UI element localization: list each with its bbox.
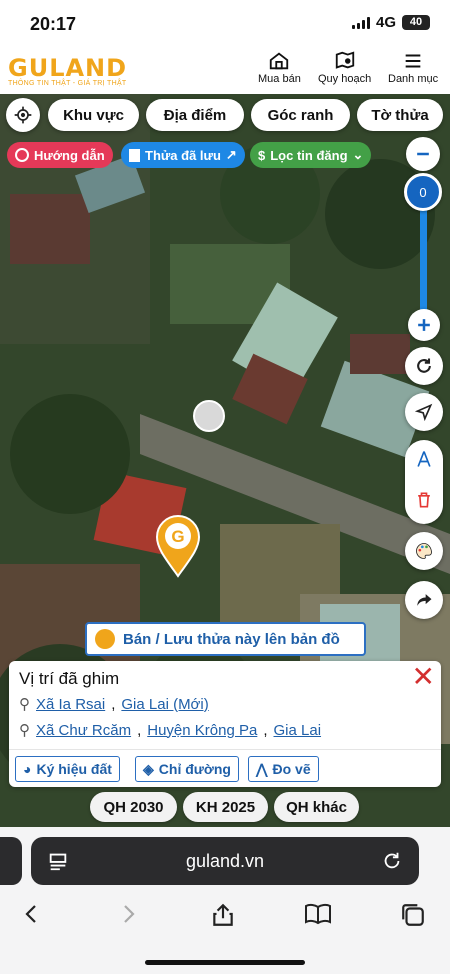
zoom-slider-track[interactable] <box>420 194 427 314</box>
chip-label: Ký hiệu đất <box>36 761 112 777</box>
house-icon <box>270 52 289 70</box>
bookmarks-icon[interactable] <box>304 902 332 926</box>
crosshair-icon <box>14 106 32 124</box>
goc-ranh-button[interactable]: Góc ranh <box>251 99 350 131</box>
dollar-icon: $ <box>258 147 266 163</box>
back-icon[interactable] <box>20 902 44 926</box>
forward-icon[interactable] <box>116 902 140 926</box>
tag-label: Lọc tin đăng <box>270 147 348 163</box>
province-link[interactable]: Gia Lai <box>274 722 322 739</box>
share-icon[interactable] <box>210 902 236 928</box>
previous-tab-edge[interactable] <box>0 837 22 885</box>
status-bar: 20:17 4G 40 <box>0 0 450 48</box>
nav-label: Mua bán <box>258 73 301 85</box>
plus-icon <box>418 319 430 331</box>
delete-drawing-button[interactable] <box>414 490 434 510</box>
nav-danh-muc[interactable]: Danh mục <box>388 50 438 85</box>
logo-tagline: THÔNG TIN THẬT - GIÁ TRỊ THẬT <box>8 80 127 87</box>
qh-2030-button[interactable]: QH 2030 <box>90 792 177 822</box>
sell-button-label: Bán / Lưu thửa này lên bản đồ <box>123 630 340 648</box>
commune-link[interactable]: Xã Ia Rsai <box>36 696 105 713</box>
filter-listing-tag[interactable]: $ Lọc tin đăng ⌄ <box>250 142 372 168</box>
qh-khac-button[interactable]: QH khác <box>274 792 359 822</box>
close-icon[interactable]: ✕ <box>412 663 435 691</box>
url-text: guland.vn <box>185 851 265 871</box>
signal-icon <box>351 16 370 29</box>
directions-button[interactable]: ◈ Chỉ đường <box>135 756 239 782</box>
refresh-icon <box>417 358 431 373</box>
status-indicators: 4G 40 <box>351 14 430 31</box>
chip-label: Chỉ đường <box>158 761 231 777</box>
measure-draw-button[interactable]: ⋀ Đo vẽ <box>248 756 319 782</box>
trash-icon <box>418 492 430 508</box>
target-icon <box>15 148 29 162</box>
network-label: 4G <box>375 14 396 31</box>
guide-tag[interactable]: Hướng dẫn <box>7 142 113 168</box>
share-arrow-icon <box>417 594 432 606</box>
address-bar[interactable]: guland.vn <box>31 837 419 885</box>
nav-label: Quy hoạch <box>318 73 372 85</box>
tabs-icon[interactable] <box>400 902 426 928</box>
saved-plots-tag[interactable]: Thửa đã lưu ↗ <box>121 142 245 168</box>
status-time: 20:17 <box>30 14 77 34</box>
khu-vuc-button[interactable]: Khu vực <box>48 99 139 131</box>
refresh-button[interactable] <box>405 347 443 385</box>
guland-logo[interactable]: GULAND THÔNG TIN THẬT - GIÁ TRỊ THẬT <box>8 54 127 87</box>
navigation-arrow-icon <box>414 403 433 422</box>
zoom-in-button[interactable] <box>408 309 440 341</box>
zoom-level-indicator[interactable]: 0 <box>404 173 442 211</box>
svg-text:G: G <box>171 527 184 546</box>
direction-sign-icon: ◈ <box>143 760 154 777</box>
battery-icon: 40 <box>402 15 430 30</box>
compass-measure-icon: ⋀ <box>256 760 268 777</box>
location-pin-icon: ⚲ <box>19 722 30 739</box>
tag-label: Hướng dẫn <box>34 147 105 163</box>
navigate-button[interactable] <box>405 393 443 431</box>
menu-icon <box>405 54 421 68</box>
kh-2025-button[interactable]: KH 2025 <box>183 792 268 822</box>
district-link[interactable]: Huyện Krông Pa <box>147 722 257 739</box>
map-search-icon <box>335 51 354 69</box>
palette-icon <box>416 543 432 559</box>
to-thua-button[interactable]: Tờ thửa <box>357 99 443 131</box>
land-symbol-button[interactable]: ◕ Ký hiệu đất <box>15 756 120 782</box>
location-pin-icon: ⚲ <box>19 696 30 713</box>
panel-title: Vị trí đã ghim <box>19 669 120 688</box>
measure-button[interactable] <box>414 449 434 469</box>
zoom-out-button[interactable] <box>406 137 440 171</box>
minus-icon <box>417 152 429 156</box>
draw-tools-group <box>405 440 443 524</box>
province-link[interactable]: Gia Lai (Mới) <box>121 696 208 713</box>
bookmark-icon <box>129 148 140 162</box>
divider <box>9 749 441 750</box>
share-button[interactable] <box>405 581 443 619</box>
palette-icon: ◕ <box>23 761 32 777</box>
commune-link[interactable]: Xã Chư Rcăm <box>36 722 131 739</box>
pinned-location-marker[interactable]: G <box>155 514 201 578</box>
guland-badge-icon <box>95 629 115 649</box>
sell-save-plot-button[interactable]: Bán / Lưu thửa này lên bản đồ <box>85 622 366 656</box>
user-location-avatar[interactable] <box>193 400 225 432</box>
nav-label: Danh mục <box>388 73 439 85</box>
address-old-row: ⚲ Xã Chư Rcăm, Huyện Krông Pa, Gia Lai <box>19 721 322 740</box>
tag-label: Thửa đã lưu <box>145 147 221 163</box>
chevron-down-icon: ⌄ <box>352 147 364 162</box>
reload-icon[interactable] <box>381 850 403 872</box>
external-arrow-icon: ↗ <box>225 147 237 162</box>
logo-text: GULAND <box>8 54 128 82</box>
map-style-button[interactable] <box>405 532 443 570</box>
nav-mua-ban[interactable]: Mua bán <box>258 50 301 85</box>
pinned-location-panel: Vị trí đã ghim ✕ ⚲ Xã Ia Rsai, Gia Lai (… <box>9 661 441 787</box>
dia-diem-button[interactable]: Địa điểm <box>146 99 244 131</box>
locate-me-button[interactable] <box>6 98 40 132</box>
nav-quy-hoach[interactable]: Quy hoạch <box>318 50 371 85</box>
chip-label: Đo vẽ <box>272 761 311 777</box>
address-new-row: ⚲ Xã Ia Rsai, Gia Lai (Mới) <box>19 695 209 714</box>
app-header: GULAND THÔNG TIN THẬT - GIÁ TRỊ THẬT Mua… <box>0 48 450 94</box>
home-indicator <box>145 960 305 965</box>
compass-measure-icon <box>417 451 431 467</box>
browser-toolbar: guland.vn <box>0 827 450 974</box>
